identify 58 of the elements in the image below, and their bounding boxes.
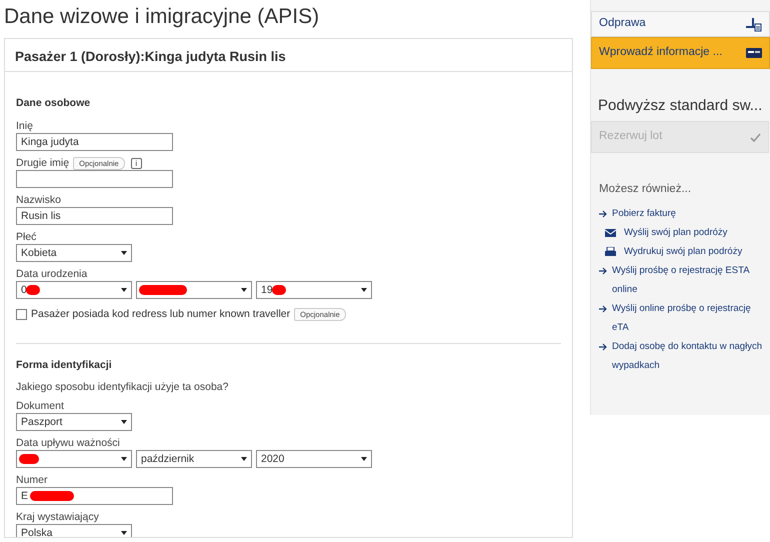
sidebar-step[interactable]: Wprowadź informacje ... — [591, 37, 770, 69]
sidebar-link[interactable]: Wyślij prośbę o rejestrację ESTA online — [591, 261, 770, 300]
text-field[interactable]: E — [16, 487, 173, 506]
field-label: Inię — [16, 120, 33, 133]
field-label: Nazwisko — [16, 194, 61, 207]
also-heading: Możesz również... — [598, 182, 692, 197]
caret-icon — [121, 288, 127, 292]
field-label: Drugie imię — [16, 156, 70, 170]
select-field[interactable]: Paszport — [16, 413, 132, 432]
field-label: Numer — [16, 474, 48, 488]
caret-icon — [121, 531, 127, 536]
caret-icon — [121, 250, 127, 255]
upgrade-heading: Podwyższ standard sw... — [597, 96, 764, 116]
select-field[interactable]: 0 — [16, 280, 132, 299]
card-title: Pasażer 1 (Dorosły):Kinga judyta Rusin lis — [5, 39, 572, 72]
caret-icon — [241, 288, 247, 292]
question-text: Jakiego sposobu identyfikacji użyje ta osoba? — [16, 381, 230, 394]
arrow-icon — [599, 210, 608, 218]
text-field[interactable]: Rusin lis — [16, 206, 173, 225]
sidebar-link[interactable]: Wydrukuj swój plan podróży — [591, 242, 770, 262]
caret-icon — [241, 457, 247, 462]
mail-icon — [605, 229, 616, 238]
sidebar-link[interactable]: Dodaj osobę do kontaktu w nagłych wypadkach — [591, 337, 770, 376]
field-label: Dokument — [16, 400, 64, 414]
arrow-icon — [599, 343, 608, 352]
sidebar-link[interactable]: Wyślij swój plan podróży — [591, 223, 770, 242]
select-field[interactable]: Kobieta — [16, 244, 132, 262]
field-label: Data urodzenia — [16, 268, 88, 281]
checkbox[interactable] — [16, 309, 27, 320]
caret-icon — [361, 288, 367, 292]
section-heading: Forma identyfikacji — [16, 358, 113, 372]
select-field[interactable] — [16, 450, 132, 468]
sidebar-step[interactable]: Odprawa — [591, 11, 770, 37]
text-field[interactable] — [16, 170, 173, 188]
caret-icon — [121, 457, 127, 462]
select-field[interactable]: Polska — [16, 524, 132, 537]
arrow-icon — [599, 305, 608, 314]
arrow-icon — [599, 267, 608, 276]
select-field[interactable]: 19 — [256, 280, 372, 299]
sidebar-link[interactable]: Wyślij online prośbę o rejestrację eTA — [591, 299, 770, 338]
check-icon — [750, 132, 761, 142]
select-field[interactable]: październik — [136, 450, 252, 468]
caret-icon — [121, 420, 127, 424]
caret-icon — [361, 457, 367, 462]
field-label: Kraj wystawiający — [16, 511, 99, 524]
select-field[interactable] — [136, 280, 252, 299]
text-field[interactable]: Kinga judyta — [16, 132, 173, 151]
page-title: Dane wizowe i imigracyjne (APIS) — [3, 4, 320, 30]
check-in-icon — [744, 16, 762, 32]
section-heading: Dane osobowe — [16, 96, 92, 111]
select-field[interactable]: 2020 — [256, 450, 372, 468]
card-icon — [746, 48, 762, 58]
info-button[interactable]: i — [130, 158, 142, 169]
field-label: Płeć — [16, 230, 36, 244]
field-label: Data upływu ważności — [16, 437, 120, 450]
print-icon — [605, 247, 616, 256]
sidebar-link[interactable]: Pobierz fakturę — [591, 204, 770, 224]
checkbox-label: Pasażer posiada kod redress lub numer known traveller — [31, 306, 290, 322]
